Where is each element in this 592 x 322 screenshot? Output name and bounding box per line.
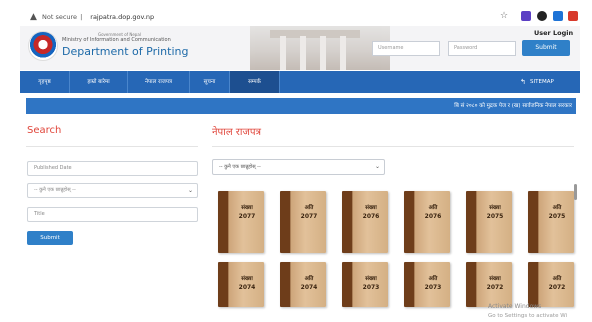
gazette-category-select[interactable]: -- कुनै एक छान्नुहोस् -- ⌄ xyxy=(212,159,385,175)
nav-item-about[interactable]: हाम्रो बारेमा xyxy=(70,71,128,93)
nav-item-contact[interactable]: सम्पर्क xyxy=(230,71,280,93)
chevron-down-icon: ⌄ xyxy=(187,187,193,194)
gazette-book[interactable]: अति 2077 xyxy=(280,191,326,253)
gazette-book[interactable]: संख्या 2076 xyxy=(342,191,388,253)
book-label: अति xyxy=(304,205,314,211)
building-column xyxy=(320,36,326,70)
gazette-book[interactable]: अति 2074 xyxy=(280,262,326,307)
warning-icon: ▲ xyxy=(30,11,37,22)
login-submit-button[interactable]: Submit xyxy=(522,40,570,56)
nav-item-notice[interactable]: सूचना xyxy=(190,71,230,93)
book-year: 2075 xyxy=(486,213,504,220)
book-year: 2076 xyxy=(362,213,380,220)
chevron-down-icon: ⌄ xyxy=(374,163,380,170)
username-input[interactable]: Username xyxy=(372,41,440,56)
star-icon[interactable]: ☆ xyxy=(500,11,508,21)
gazette-book[interactable]: संख्या 2073 xyxy=(342,262,388,307)
browser-viewport: ▲ Not secure | rajpatra.dop.gov.np ☆ Gov… xyxy=(0,0,592,322)
book-year: 2073 xyxy=(362,284,380,291)
page-scrollbar[interactable] xyxy=(574,184,577,200)
building-column xyxy=(340,36,346,70)
news-ticker: बि सं २०८० को मुद्रक पेज र (ख) सार्वजनिक… xyxy=(26,98,576,114)
gov-line2: Ministry of Information and Communicatio… xyxy=(62,37,171,43)
title-input[interactable]: Title xyxy=(27,207,198,222)
url-text[interactable]: rajpatra.dop.gov.np xyxy=(90,13,154,21)
windows-watermark-title: Activate Windows xyxy=(488,303,542,310)
address-bar[interactable]: ▲ Not secure | rajpatra.dop.gov.np ☆ xyxy=(20,8,582,26)
gazette-book[interactable]: संख्या 2077 xyxy=(218,191,264,253)
ticker-text[interactable]: बि सं २०८० को मुद्रक पेज र (ख) सार्वजनिक… xyxy=(454,98,572,114)
sitemap-link[interactable]: SITEMAP xyxy=(530,71,554,93)
published-date-input[interactable]: Published Date xyxy=(27,161,198,176)
extension-icon-1[interactable] xyxy=(521,11,531,21)
building-column xyxy=(280,36,286,70)
nav-item-gazette[interactable]: नेपाल राजपत्र xyxy=(128,71,190,93)
book-year: 2072 xyxy=(548,284,566,291)
book-year: 2075 xyxy=(548,213,566,220)
book-label: अति xyxy=(304,276,314,282)
user-login-title: User Login xyxy=(534,29,574,37)
book-year: 2076 xyxy=(424,213,442,220)
search-submit-button[interactable]: Submit xyxy=(27,231,73,245)
book-year: 2074 xyxy=(300,284,318,291)
gazette-book[interactable]: अति 2072 xyxy=(528,262,574,307)
book-label: संख्या xyxy=(489,276,501,282)
security-label: Not secure xyxy=(42,13,78,21)
book-year: 2074 xyxy=(238,284,256,291)
nepal-emblem-logo xyxy=(28,31,58,61)
gazette-book[interactable]: अति 2073 xyxy=(404,262,450,307)
gazette-book[interactable]: संख्या 2072 xyxy=(466,262,512,307)
book-label: संख्या xyxy=(241,205,253,211)
book-label: अति xyxy=(552,276,562,282)
gazette-divider xyxy=(212,146,574,147)
book-year: 2077 xyxy=(300,213,318,220)
gazette-book[interactable]: अति 2076 xyxy=(404,191,450,253)
book-label: संख्या xyxy=(365,276,377,282)
book-label: संख्या xyxy=(241,276,253,282)
book-label: अति xyxy=(428,276,438,282)
book-label: संख्या xyxy=(489,205,501,211)
category-select-value: -- कुनै एक छान्नुहोस् -- xyxy=(34,187,76,193)
url-separator: | xyxy=(80,13,83,21)
main-nav: गृहपृष्ठ हाम्रो बारेमा नेपाल राजपत्र सूच… xyxy=(20,71,580,93)
search-divider xyxy=(26,146,198,147)
department-title: Department of Printing xyxy=(62,45,189,58)
book-label: संख्या xyxy=(365,205,377,211)
book-year: 2077 xyxy=(238,213,256,220)
header-building-image xyxy=(250,26,390,70)
gazette-book[interactable]: संख्या 2074 xyxy=(218,262,264,307)
building-column xyxy=(300,36,306,70)
search-title: Search xyxy=(27,125,62,136)
gazette-title: नेपाल राजपत्र xyxy=(212,127,262,138)
site-header: Government of Nepal Ministry of Informat… xyxy=(20,26,580,70)
book-year: 2072 xyxy=(486,284,504,291)
nav-item-home[interactable]: गृहपृष्ठ xyxy=(20,71,70,93)
book-label: अति xyxy=(428,205,438,211)
book-label: अति xyxy=(552,205,562,211)
windows-watermark-subtitle: Go to Settings to activate Wi xyxy=(488,313,568,319)
gazette-book[interactable]: संख्या 2075 xyxy=(466,191,512,253)
extension-icon-2[interactable] xyxy=(537,11,547,21)
gazette-book[interactable]: अति 2075 xyxy=(528,191,574,253)
category-select[interactable]: -- कुनै एक छान्नुहोस् -- ⌄ xyxy=(27,183,198,198)
extension-icon-4[interactable] xyxy=(568,11,578,21)
book-year: 2073 xyxy=(424,284,442,291)
extension-icon-3[interactable] xyxy=(553,11,563,21)
sitemap-icon[interactable]: ↰ xyxy=(520,71,526,93)
password-input[interactable]: Password xyxy=(448,41,516,56)
gazette-select-value: -- कुनै एक छान्नुहोस् -- xyxy=(219,164,261,170)
